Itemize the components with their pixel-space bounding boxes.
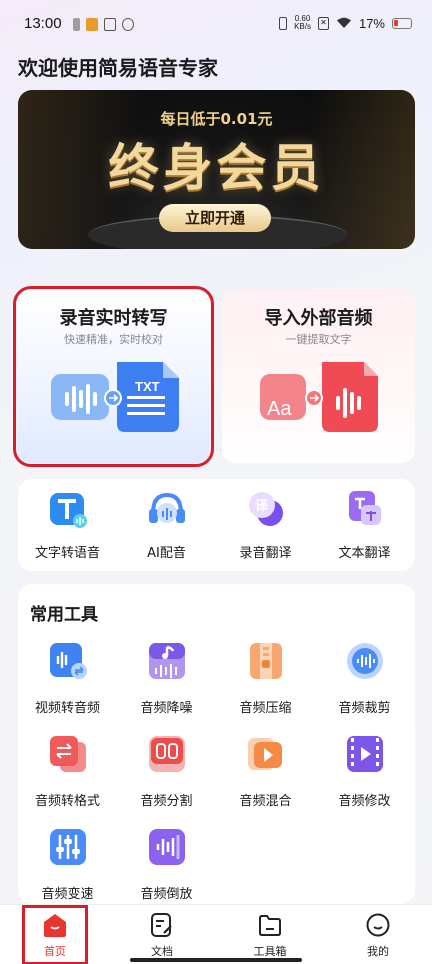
bottom-tab-bar: 首页 文档 工具箱 我的 <box>0 904 432 964</box>
tool-video-to-audio[interactable]: 视频转音频 <box>18 641 117 731</box>
battery-saver-icon <box>73 18 80 31</box>
tool-label: 音频混合 <box>239 794 292 809</box>
page-title: 欢迎使用简易语音专家 <box>18 56 218 80</box>
record-transcribe-card[interactable]: 录音实时转写 快速精准，实时校对 TXT <box>13 286 214 467</box>
text-translate-icon <box>349 491 381 525</box>
quick-action-text-translate[interactable]: 文本翻译 <box>315 479 414 571</box>
quick-action-text-to-speech[interactable]: 文字转语音 <box>18 479 117 571</box>
quick-action-ai-dubbing[interactable]: AI配音 <box>117 479 216 571</box>
tab-profile[interactable]: 我的 <box>324 905 432 964</box>
tool-label: 音频分割 <box>140 794 193 809</box>
audio-convert-icon <box>50 736 86 772</box>
tool-label: 音频倒放 <box>140 887 193 902</box>
import-audio-icon <box>260 362 378 432</box>
tool-audio-split[interactable]: 音频分割 <box>117 734 216 824</box>
tool-label: 音频压缩 <box>239 701 292 716</box>
quick-action-label: 文字转语音 <box>34 546 100 561</box>
video-to-audio-icon <box>50 643 87 679</box>
battery-percent: 17% <box>358 15 385 31</box>
audio-reverse-icon <box>149 829 185 865</box>
audio-compress-icon <box>250 643 282 679</box>
tab-home[interactable]: 首页 <box>22 905 88 964</box>
quick-action-recording-translate[interactable]: 译 录音翻译 <box>216 479 315 571</box>
battery-icon <box>392 17 412 29</box>
link-notification-icon <box>122 18 134 31</box>
vibrate-icon <box>279 16 288 30</box>
app-notification-icon <box>86 18 98 31</box>
tool-audio-convert[interactable]: 音频转格式 <box>18 734 117 824</box>
quick-actions: 文字转语音 AI配音 译 录音翻译 文本翻译 <box>18 479 415 571</box>
tool-audio-compress[interactable]: 音频压缩 <box>216 641 315 731</box>
tab-label: 我的 <box>367 945 389 958</box>
speed-unit: KB/s <box>294 22 311 31</box>
audio-trim-icon <box>347 643 383 679</box>
tool-label: 音频降噪 <box>140 701 193 716</box>
membership-banner[interactable]: 每日低于0.01元 终身会员 立即开通 <box>18 90 415 249</box>
import-audio-card[interactable]: 导入外部音频 一键提取文字 Aa <box>222 290 415 463</box>
activate-button[interactable]: 立即开通 <box>159 204 271 232</box>
ai-dubbing-icon <box>149 492 185 523</box>
tool-audio-trim[interactable]: 音频裁剪 <box>315 641 414 731</box>
card-subtitle: 快速精准，实时校对 <box>64 333 163 346</box>
quick-action-label: AI配音 <box>147 546 186 561</box>
card-title: 录音实时转写 <box>59 308 168 329</box>
audio-speed-icon <box>50 829 86 865</box>
tab-label: 文档 <box>151 945 173 958</box>
tab-label: 首页 <box>44 945 66 958</box>
text-to-speech-icon <box>50 493 87 528</box>
profile-icon <box>366 913 390 937</box>
wifi-icon <box>336 17 351 28</box>
card-subtitle: 一键提取文字 <box>285 333 352 346</box>
recording-translate-icon: 译 <box>249 492 283 526</box>
tool-audio-denoise[interactable]: 音频降噪 <box>117 641 216 731</box>
tool-audio-edit[interactable]: 音频修改 <box>315 734 414 824</box>
gallery-notification-icon <box>104 18 116 31</box>
tool-label: 音频裁剪 <box>338 701 391 716</box>
status-right: 0.60 KB/s ✕ 17% <box>279 15 412 31</box>
status-time: 13:00 <box>24 15 62 32</box>
aa-label: Aa <box>267 398 292 420</box>
tool-label: 音频转格式 <box>34 794 100 809</box>
tab-label: 工具箱 <box>253 945 287 958</box>
txt-file-tag: TXT <box>135 379 160 394</box>
quick-action-label: 文本翻译 <box>338 546 391 561</box>
quick-action-label: 录音翻译 <box>239 546 292 561</box>
card-title: 导入外部音频 <box>264 308 373 329</box>
tools-title: 常用工具 <box>30 605 98 625</box>
network-speed: 0.60 KB/s <box>294 15 311 31</box>
tab-documents[interactable]: 文档 <box>108 905 216 964</box>
toolbox-icon <box>259 915 281 936</box>
audio-mix-icon <box>248 738 282 770</box>
tool-label: 音频变速 <box>41 887 94 902</box>
audio-split-icon <box>149 736 185 772</box>
banner-headline: 终身会员 <box>108 139 325 197</box>
status-bar: 13:00 0.60 KB/s ✕ 17% <box>0 0 432 50</box>
tool-label: 音频修改 <box>338 794 391 809</box>
status-notification-icons <box>73 18 134 31</box>
tool-label: 视频转音频 <box>34 701 100 716</box>
common-tools: 常用工具 视频转音频 音频降噪 音频压缩 音频裁剪 音频转格式 音频分割 音频混… <box>18 584 415 904</box>
record-transcribe-icon <box>51 362 179 432</box>
audio-edit-icon <box>347 736 383 772</box>
banner-subtitle: 每日低于0.01元 <box>160 110 273 128</box>
audio-denoise-icon <box>149 643 185 679</box>
tool-audio-mix[interactable]: 音频混合 <box>216 734 315 824</box>
svg-text:译: 译 <box>255 499 269 514</box>
home-icon <box>44 914 66 937</box>
tab-toolbox[interactable]: 工具箱 <box>216 905 324 964</box>
document-icon <box>151 913 172 937</box>
sim-off-icon: ✕ <box>317 16 329 30</box>
home-indicator[interactable] <box>130 958 302 962</box>
